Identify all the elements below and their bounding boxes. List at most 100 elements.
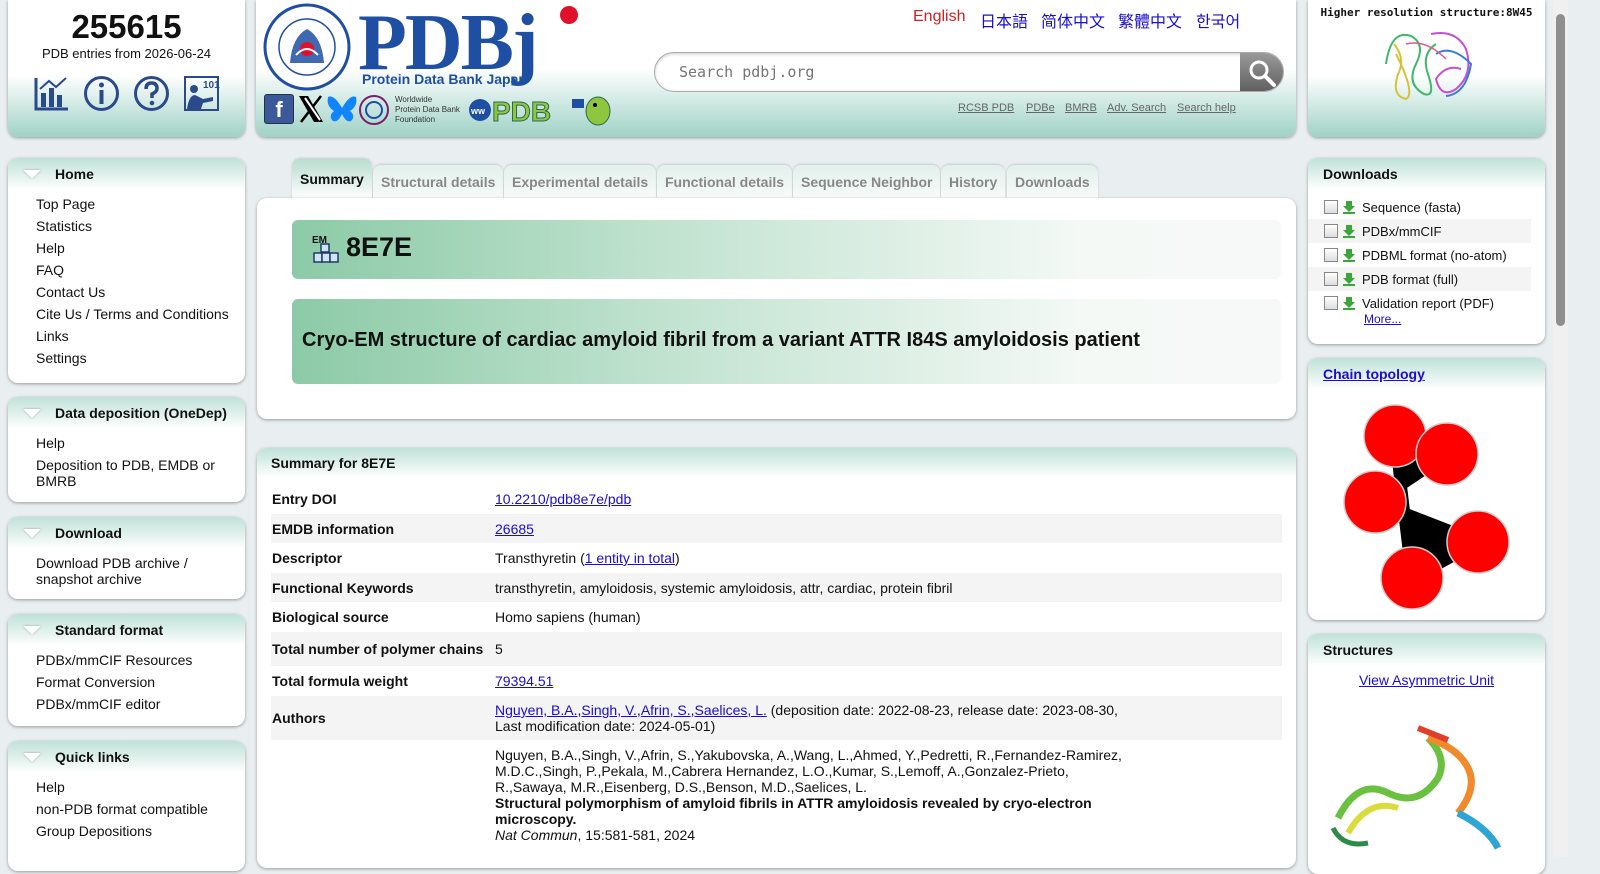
collapse-triangle-icon[interactable] — [23, 625, 41, 635]
chains-value: 5 — [495, 632, 1282, 666]
download-item[interactable]: PDBx/mmCIF — [1308, 219, 1531, 243]
search-button[interactable] — [1240, 53, 1283, 91]
link-search-help[interactable]: Search help — [1177, 102, 1236, 114]
menu-home: Home Top Page Statistics Help FAQ Contac… — [8, 158, 245, 383]
bluesky-icon[interactable] — [326, 94, 358, 124]
tab-structural-details[interactable]: Structural details — [373, 165, 504, 198]
entity-count-link[interactable]: 1 entity in total — [585, 550, 675, 566]
author-link[interactable]: Nguyen, B.A. — [495, 702, 578, 718]
pdbj-logo[interactable]: PDBj Protein Data Bank Japan — [356, 0, 586, 90]
view-file-icon[interactable] — [1324, 200, 1338, 214]
chain-topology-link[interactable]: Chain topology — [1323, 366, 1425, 382]
download-arrow-icon[interactable] — [1342, 200, 1356, 214]
higher-resolution-thumbnail[interactable] — [1376, 24, 1480, 104]
tab-downloads[interactable]: Downloads — [1007, 165, 1098, 198]
language-japanese[interactable]: 日本語 — [980, 8, 1028, 32]
magnifier-icon — [1249, 60, 1276, 87]
x-twitter-icon[interactable] — [296, 94, 326, 124]
entry-doi-link[interactable]: 10.2210/pdb8e7e/pdb — [495, 491, 631, 507]
wwpdb-foundation-logo[interactable]: Worldwide Protein Data Bank Foundation — [358, 94, 468, 126]
download-item[interactable]: PDB format (full) — [1308, 267, 1531, 291]
menu-item-group-depositions[interactable]: Group Depositions — [36, 820, 245, 842]
collapse-triangle-icon[interactable] — [23, 752, 41, 762]
language-korean[interactable]: 한국어 — [1196, 8, 1240, 32]
menu-item-deposition-help[interactable]: Help — [36, 432, 245, 454]
chain-node[interactable] — [1343, 470, 1407, 534]
view-file-icon[interactable] — [1324, 272, 1338, 286]
menu-item-format-conversion[interactable]: Format Conversion — [36, 671, 245, 693]
chain-node[interactable] — [1446, 510, 1510, 574]
download-arrow-icon[interactable] — [1342, 224, 1356, 238]
entry-doi-label: Entry DOI — [272, 491, 337, 507]
view-file-icon[interactable] — [1324, 296, 1338, 310]
download-item[interactable]: PDBML format (no-atom) — [1308, 243, 1531, 267]
info-icon[interactable] — [83, 75, 120, 112]
download-label[interactable]: Sequence (fasta) — [1362, 200, 1461, 215]
citation-title: Structural polymorphism of amyloid fibri… — [495, 795, 1092, 827]
tab-experimental-details[interactable]: Experimental details — [504, 165, 657, 198]
tab-summary[interactable]: Summary — [292, 159, 372, 199]
menu-item-links[interactable]: Links — [36, 325, 245, 347]
download-arrow-icon[interactable] — [1342, 296, 1356, 310]
scrollbar-thumb[interactable] — [1556, 14, 1565, 326]
downloads-more-link[interactable]: More... — [1364, 312, 1401, 326]
search-input[interactable] — [677, 53, 1237, 91]
menu-item-mmcif-editor[interactable]: PDBx/mmCIF editor — [36, 693, 245, 715]
structure-thumbnail[interactable] — [1328, 718, 1528, 858]
page-scrollbar[interactable] — [1553, 0, 1568, 857]
view-file-icon[interactable] — [1324, 248, 1338, 262]
menu-item-download-archive[interactable]: Download PDB archive / snapshot archive — [36, 552, 245, 590]
table-row: EMDB information 26685 — [271, 514, 1282, 543]
menu-item-contact-us[interactable]: Contact Us — [36, 281, 245, 303]
emdb-link[interactable]: 26685 — [495, 521, 534, 537]
higher-resolution-title: Higher resolution structure:8W45 — [1320, 6, 1533, 19]
university-seal-logo[interactable] — [262, 3, 352, 91]
tab-history[interactable]: History — [941, 165, 1006, 198]
menu-item-cite-us[interactable]: Cite Us / Terms and Conditions — [36, 303, 245, 325]
collapse-triangle-icon[interactable] — [23, 528, 41, 538]
link-bmrb[interactable]: BMRB — [1065, 102, 1097, 114]
tab-sequence-neighbor[interactable]: Sequence Neighbor — [793, 165, 941, 198]
collapse-triangle-icon[interactable] — [23, 408, 41, 418]
menu-item-deposition[interactable]: Deposition to PDB, EMDB or BMRB — [36, 454, 245, 492]
menu-item-non-pdb-format[interactable]: non-PDB format compatible — [36, 798, 245, 820]
menu-item-statistics[interactable]: Statistics — [36, 215, 245, 237]
menu-item-help[interactable]: Help — [36, 237, 245, 259]
link-pdbe[interactable]: PDBe — [1026, 102, 1055, 114]
download-label[interactable]: PDBML format (no-atom) — [1362, 248, 1507, 263]
view-asymmetric-unit-link[interactable]: View Asymmetric Unit — [1359, 672, 1494, 688]
help-icon[interactable] — [133, 75, 170, 112]
link-adv-search[interactable]: Adv. Search — [1107, 102, 1166, 114]
download-label[interactable]: PDBx/mmCIF — [1362, 224, 1441, 239]
tab-functional-details[interactable]: Functional details — [657, 165, 793, 198]
download-arrow-icon[interactable] — [1342, 248, 1356, 262]
menu-item-settings[interactable]: Settings — [36, 347, 245, 369]
tutorial-101-icon[interactable]: 101 — [183, 75, 220, 112]
author-link[interactable]: Singh, V. — [581, 702, 637, 718]
menu-item-faq[interactable]: FAQ — [36, 259, 245, 281]
link-rcsb-pdb[interactable]: RCSB PDB — [958, 102, 1014, 114]
download-label[interactable]: Validation report (PDF) — [1362, 296, 1494, 311]
menu-item-mmcif-resources[interactable]: PDBx/mmCIF Resources — [36, 649, 245, 671]
menu-item-top-page[interactable]: Top Page — [36, 193, 245, 215]
menu-item-quick-help[interactable]: Help — [36, 776, 245, 798]
author-link[interactable]: Afrin, S. — [641, 702, 691, 718]
collapse-triangle-icon[interactable] — [23, 169, 41, 179]
chain-node[interactable] — [1380, 546, 1444, 610]
wwpdb-logo[interactable]: ww PDB — [468, 93, 613, 128]
author-link[interactable]: Saelices, L. — [695, 702, 767, 718]
download-label[interactable]: PDB format (full) — [1362, 272, 1458, 287]
chain-node[interactable] — [1415, 422, 1479, 486]
language-english[interactable]: English — [913, 8, 965, 26]
language-simplified-chinese[interactable]: 简体中文 — [1041, 8, 1105, 32]
download-item[interactable]: Sequence (fasta) — [1308, 195, 1531, 219]
citation-authors: Nguyen, B.A.,Singh, V.,Afrin, S.,Yakubov… — [495, 747, 1122, 795]
weight-link[interactable]: 79394.51 — [495, 673, 553, 689]
language-traditional-chinese[interactable]: 繁體中文 — [1118, 8, 1182, 32]
statistics-icon[interactable] — [33, 75, 70, 112]
download-arrow-icon[interactable] — [1342, 272, 1356, 286]
menu-title-data-deposition: Data deposition (OneDep) — [55, 405, 227, 421]
facebook-icon[interactable]: f — [264, 94, 294, 124]
chain-topology-diagram[interactable] — [1308, 390, 1545, 620]
view-file-icon[interactable] — [1324, 224, 1338, 238]
